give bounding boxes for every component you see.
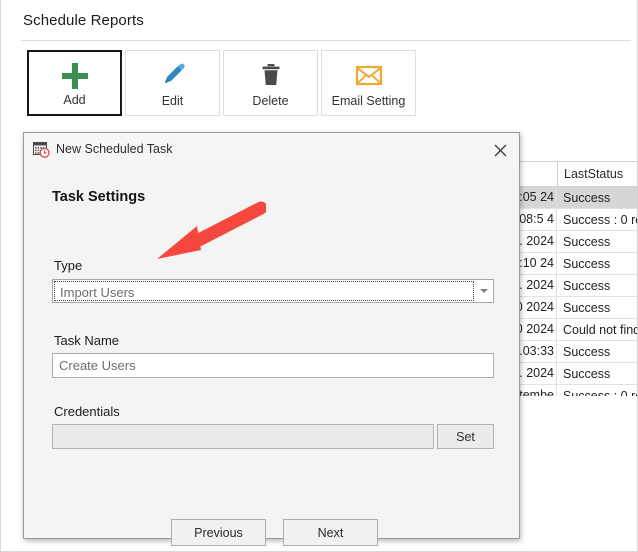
envelope-icon: [322, 60, 415, 90]
type-combobox-focus-frame: Import Users: [54, 281, 474, 301]
grid-cell-laststatus: Success: [563, 190, 611, 205]
page-title: Schedule Reports: [23, 12, 144, 29]
table-row[interactable]: 4 08:5... Success : 0 rec: [517, 209, 638, 231]
type-combobox[interactable]: Import Users: [52, 279, 494, 303]
task-name-label: Task Name: [54, 333, 120, 348]
grid-cell-date: 2024 ...: [517, 363, 557, 384]
grid-cell-laststatus: Success: [563, 256, 611, 271]
delete-button-label: Delete: [252, 94, 289, 108]
add-button-label: Add: [63, 93, 86, 107]
grid-header-row: LastStatus: [517, 162, 638, 187]
credentials-input[interactable]: [52, 424, 434, 449]
scheduled-tasks-grid[interactable]: LastStatus 24 05:... Success 4 08:5... Succ…: [517, 161, 638, 396]
credentials-label: Credentials: [54, 404, 120, 419]
scheduled-task-calendar-icon: [33, 141, 50, 158]
grid-cell-laststatus: Success: [563, 234, 611, 249]
pencil-icon: [126, 60, 219, 90]
grid-cell-laststatus: Could not find: [563, 322, 638, 337]
dialog-titlebar: New Scheduled Task: [24, 133, 519, 167]
dialog-body: Task Settings Type Import Users Task Nam…: [24, 166, 519, 546]
grid-header-cell-date[interactable]: [517, 162, 558, 186]
set-credentials-button[interactable]: Set: [437, 424, 494, 449]
email-setting-button-label: Email Setting: [331, 94, 406, 108]
table-row[interactable]: 24 05:... Success: [517, 187, 638, 209]
grid-cell-laststatus: Success: [563, 300, 611, 315]
email-setting-button[interactable]: Email Setting: [321, 50, 416, 116]
new-scheduled-task-dialog: New Scheduled Task Task Settings Type Im…: [23, 132, 520, 546]
previous-button[interactable]: Previous: [171, 519, 266, 546]
table-row[interactable]: 03:33... Success: [517, 341, 638, 363]
grid-cell-date: 2024 ...: [517, 275, 557, 296]
table-row[interactable]: 2024 0... Could not find: [517, 319, 638, 341]
header-divider: [21, 40, 631, 41]
edit-button[interactable]: Edit: [125, 50, 220, 116]
grid-cell-laststatus: Success: [563, 366, 611, 381]
chevron-down-icon[interactable]: [475, 280, 493, 302]
edit-button-label: Edit: [161, 94, 184, 108]
grid-cell-laststatus: Success : 0 rec: [563, 212, 638, 227]
grid-cell-date: 4 08:5...: [517, 209, 557, 230]
grid-cell-laststatus: Success: [563, 278, 611, 293]
type-label: Type: [54, 258, 83, 273]
task-settings-heading: Task Settings: [52, 189, 146, 205]
grid-cell-date: 2024 0...: [517, 319, 557, 340]
table-row[interactable]: 2024 ... Success: [517, 275, 638, 297]
plus-icon: [29, 61, 120, 91]
delete-button[interactable]: Delete: [223, 50, 318, 116]
table-row[interactable]: 2024 ... Success: [517, 231, 638, 253]
page-header: Schedule Reports: [1, 0, 638, 40]
table-row[interactable]: 2024 0... Success: [517, 297, 638, 319]
grid-cell-date: 2024 0...: [517, 297, 557, 318]
grid-cell-date: tembe...: [517, 385, 557, 396]
grid-cell-laststatus: Success: [563, 344, 611, 359]
grid-cell-date: 03:33...: [517, 341, 557, 362]
page-root: Schedule Reports Add Edit Delete Email S…: [0, 0, 638, 552]
close-icon[interactable]: [487, 138, 513, 162]
task-name-input[interactable]: [52, 353, 494, 378]
table-row[interactable]: tembe... Success : 0 rec: [517, 385, 638, 396]
toolbar: Add Edit Delete Email Setting: [27, 50, 416, 116]
type-combobox-value: Import Users: [60, 285, 135, 300]
grid-cell-date: 2024 ...: [517, 231, 557, 252]
dialog-title: New Scheduled Task: [56, 142, 173, 156]
table-row[interactable]: 2024 ... Success: [517, 363, 638, 385]
grid-cell-laststatus: Success : 0 rec: [563, 388, 638, 397]
grid-cell-date: 24 10:...: [517, 253, 557, 274]
grid-cell-date: 24 05:...: [517, 187, 557, 208]
add-button[interactable]: Add: [27, 50, 122, 116]
trash-icon: [224, 60, 317, 90]
table-row[interactable]: 24 10:... Success: [517, 253, 638, 275]
grid-header-cell-laststatus[interactable]: LastStatus: [558, 167, 638, 181]
next-button[interactable]: Next: [283, 519, 378, 546]
grid-rows: 24 05:... Success 4 08:5... Success : 0 rec…: [517, 187, 638, 396]
